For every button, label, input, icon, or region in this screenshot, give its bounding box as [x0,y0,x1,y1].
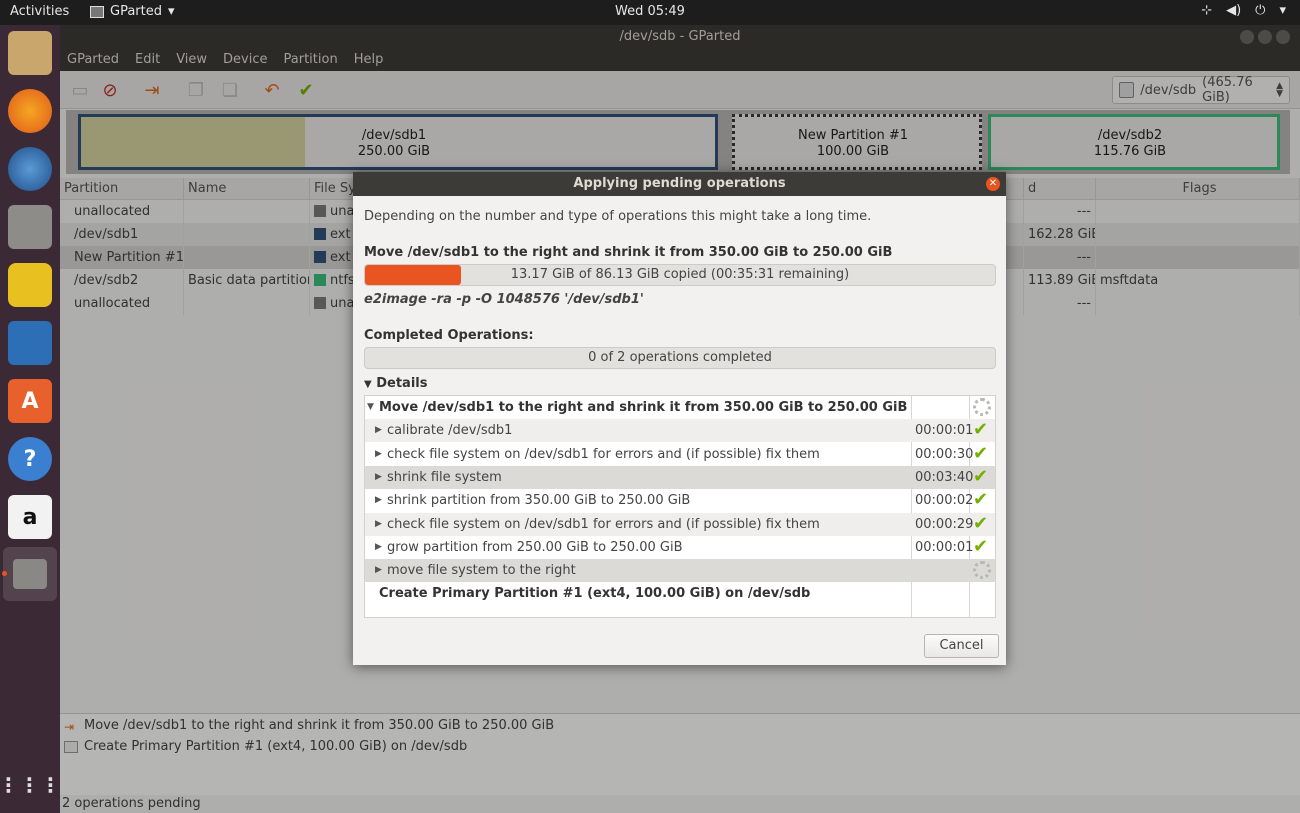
details-label: shrink partition from 350.00 GiB to 250.… [387,493,691,509]
check-icon: ✔ [973,489,989,511]
details-label: shrink file system [387,469,502,485]
expander-closed-icon[interactable]: ▶ [375,536,382,559]
expander-closed-icon[interactable]: ▶ [375,466,382,489]
app-menu-label: GParted [110,4,162,19]
thunderbird-icon[interactable] [8,147,52,191]
elapsed-time: 00:03:40 [915,469,974,485]
help-icon[interactable]: ? [8,437,52,481]
expander-open-icon[interactable]: ▼ [367,396,374,419]
chevron-down-icon: ▾ [168,4,175,19]
details-label: Move /dev/sdb1 to the right and shrink i… [379,400,908,415]
system-tray[interactable]: ⊹ ◀) ⏻ ▾ [1201,3,1286,18]
gparted-dock-icon[interactable] [3,547,57,601]
files-icon[interactable] [8,205,52,249]
details-row[interactable]: ▶ check file system on /dev/sdb1 for erro… [365,512,995,536]
clock[interactable]: Wed 05:49 [0,4,1300,19]
expander-closed-icon[interactable]: ▶ [375,489,382,512]
activities-button[interactable]: Activities [10,4,69,19]
details-row[interactable]: ▶ move file system to the right [365,559,995,583]
rhythmbox-icon[interactable] [8,263,52,307]
menu-caret-icon[interactable]: ▾ [1279,3,1286,18]
dock: A ? a ⋮⋮⋮ [0,25,61,813]
current-command: e2image -ra -p -O 1048576 '/dev/sdb1' [364,292,644,307]
details-label: check file system on /dev/sdb1 for error… [387,516,820,532]
details-label: check file system on /dev/sdb1 for error… [387,446,820,462]
details-row[interactable]: ▶ shrink partition from 350.00 GiB to 250… [365,489,995,512]
network-icon[interactable]: ⊹ [1201,3,1212,18]
expander-closed-icon[interactable]: ▶ [375,443,382,466]
check-icon: ✔ [973,442,989,464]
dialog-intro: Depending on the number and type of oper… [364,209,872,224]
details-label: Details [376,376,428,391]
details-label: Create Primary Partition #1 (ext4, 100.0… [379,586,811,602]
power-icon[interactable]: ⏻ [1255,3,1265,18]
operation-progress-bar: 13.17 GiB of 86.13 GiB copied (00:35:31 … [364,264,996,286]
details-row[interactable]: ▶ grow partition from 250.00 GiB to 250.0… [365,536,995,559]
details-row[interactable]: ▶ shrink file system 00:03:40 ✔ [365,465,995,489]
apply-operations-dialog: Applying pending operations ✕ Depending … [353,172,1006,665]
progress-text: 0 of 2 operations completed [588,350,772,365]
dialog-title: Applying pending operations [573,176,786,191]
details-row[interactable]: ▼ Move /dev/sdb1 to the right and shrink … [365,396,995,419]
details-expander[interactable]: ▼ Details [364,376,427,391]
completed-progress-bar: 0 of 2 operations completed [364,347,996,369]
check-icon: ✔ [973,535,989,557]
installer-icon[interactable] [8,31,52,75]
close-icon[interactable]: ✕ [986,177,1000,191]
details-row[interactable]: ▶ check file system on /dev/sdb1 for erro… [365,443,995,466]
writer-icon[interactable] [8,321,52,365]
expander-open-icon: ▼ [364,379,372,390]
dialog-titlebar: Applying pending operations ✕ [353,172,1006,196]
details-row[interactable]: ▶ calibrate /dev/sdb1 00:00:01 ✔ [365,419,995,443]
details-row[interactable]: Create Primary Partition #1 (ext4, 100.0… [365,582,995,605]
running-indicator [2,571,7,576]
progress-text: 13.17 GiB of 86.13 GiB copied (00:35:31 … [510,267,850,282]
check-icon: ✔ [973,465,989,487]
expander-closed-icon[interactable]: ▶ [375,419,382,442]
details-label: move file system to the right [387,563,576,579]
elapsed-time: 00:00:29 [915,516,974,532]
cancel-button[interactable]: Cancel [924,634,999,658]
app-menu[interactable]: GParted ▾ [90,4,175,19]
show-apps-icon[interactable]: ⋮⋮⋮ [0,763,61,807]
software-center-icon[interactable]: A [8,379,52,423]
details-tree: ▼ Move /dev/sdb1 to the right and shrink … [364,395,996,618]
gear-icon [973,561,991,580]
expander-closed-icon[interactable]: ▶ [375,559,382,582]
check-icon: ✔ [973,512,989,534]
elapsed-time: 00:00:01 [915,539,974,555]
check-icon: ✔ [973,419,989,441]
expander-closed-icon[interactable]: ▶ [375,513,382,536]
gear-icon [973,398,991,416]
current-operation: Move /dev/sdb1 to the right and shrink i… [364,245,893,260]
completed-ops-label: Completed Operations: [364,328,534,343]
details-label: grow partition from 250.00 GiB to 250.00… [387,539,683,555]
firefox-icon[interactable] [8,89,52,133]
top-bar: Activities GParted ▾ Wed 05:49 ⊹ ◀) ⏻ ▾ [0,0,1300,25]
elapsed-time: 00:00:01 [915,423,974,439]
volume-icon[interactable]: ◀) [1226,3,1241,18]
amazon-icon[interactable]: a [8,495,52,539]
elapsed-time: 00:00:02 [915,493,974,509]
elapsed-time: 00:00:30 [915,446,974,462]
details-label: calibrate /dev/sdb1 [387,423,513,439]
gparted-app-icon [90,5,104,18]
